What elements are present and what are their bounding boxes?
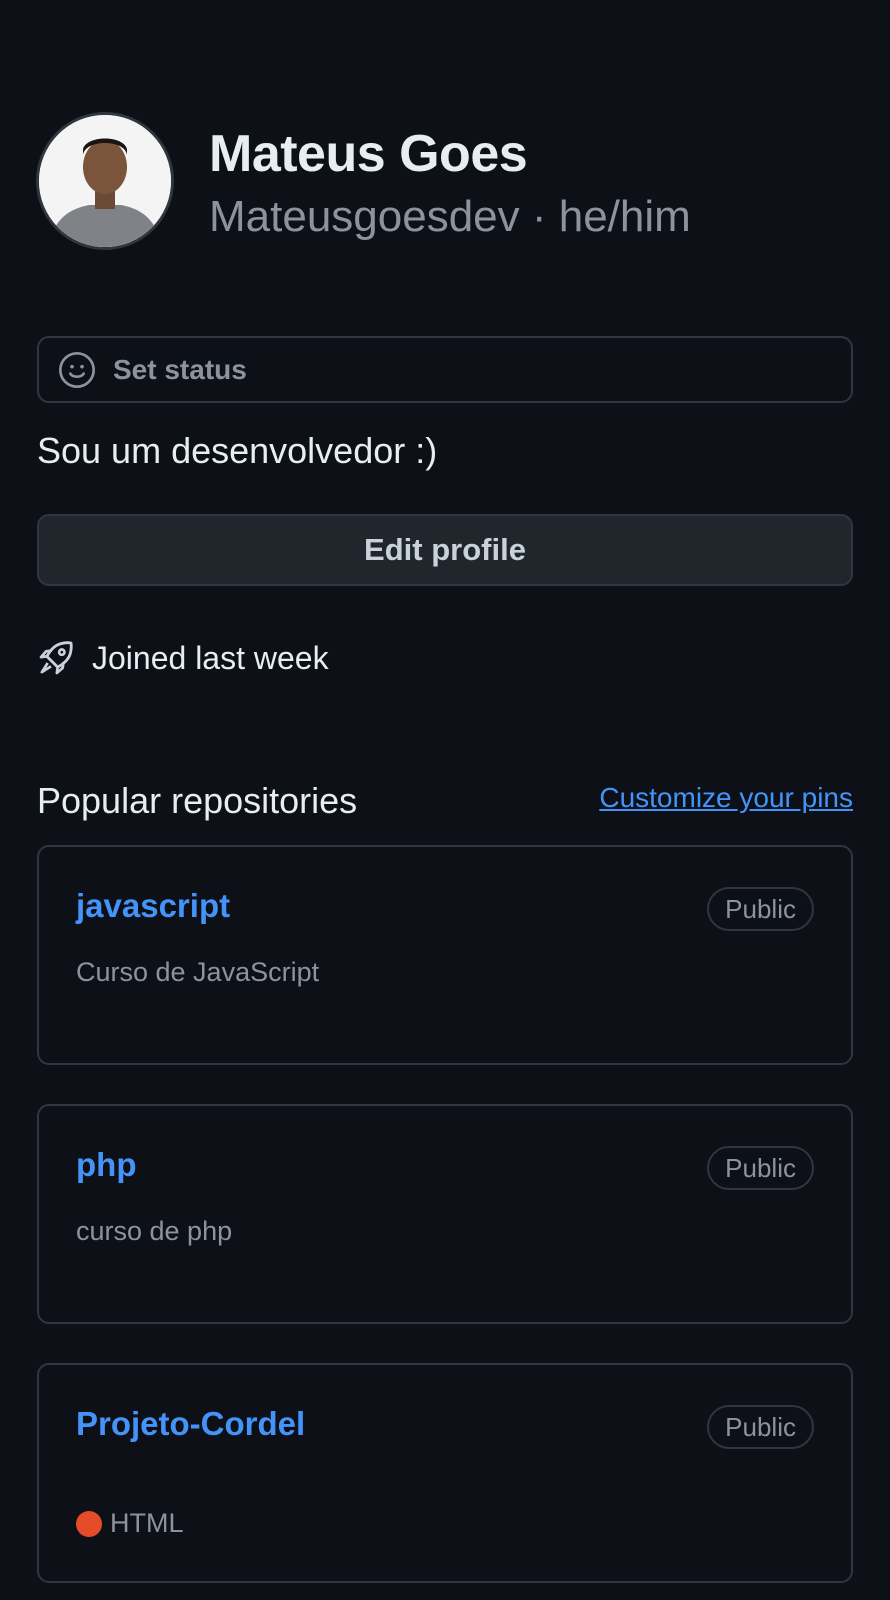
repo-description: Curso de JavaScript	[76, 957, 320, 987]
rocket-icon	[39, 641, 73, 675]
smiley-icon	[59, 351, 95, 388]
bio: Sou um desenvolvedor :)	[37, 430, 438, 471]
repo-card: php Public curso de php	[37, 1104, 853, 1324]
avatar[interactable]	[36, 112, 174, 250]
profile-page: Mateus Goes Mateusgoesdev · he/him Set s…	[0, 0, 890, 1600]
set-status-label: Set status	[113, 353, 247, 385]
set-status-button[interactable]: Set status	[37, 336, 853, 403]
joined-text: Joined last week	[92, 639, 329, 676]
joined-info: Joined last week	[36, 638, 329, 678]
visibility-badge: Public	[707, 1405, 814, 1449]
language-name: HTML	[110, 1508, 184, 1538]
repo-card: Projeto-Cordel Public HTML	[37, 1363, 853, 1583]
popular-repos-title: Popular repositories	[37, 780, 358, 821]
language-color-dot	[76, 1510, 102, 1537]
visibility-badge: Public	[707, 1146, 814, 1190]
edit-profile-button[interactable]: Edit profile	[37, 514, 853, 586]
visibility-badge: Public	[707, 887, 814, 931]
avatar-image	[39, 115, 171, 247]
display-name: Mateus Goes	[209, 125, 528, 183]
repo-description: curso de php	[76, 1216, 233, 1246]
repo-language: HTML	[76, 1508, 184, 1539]
repo-card: javascript Public Curso de JavaScript	[37, 845, 853, 1065]
repo-name-link[interactable]: Projeto-Cordel	[76, 1405, 305, 1443]
repo-name-link[interactable]: javascript	[76, 887, 230, 925]
repo-name-link[interactable]: php	[76, 1146, 136, 1184]
customize-pins-link[interactable]: Customize your pins	[599, 782, 853, 814]
username-pronouns: Mateusgoesdev · he/him	[209, 192, 691, 241]
